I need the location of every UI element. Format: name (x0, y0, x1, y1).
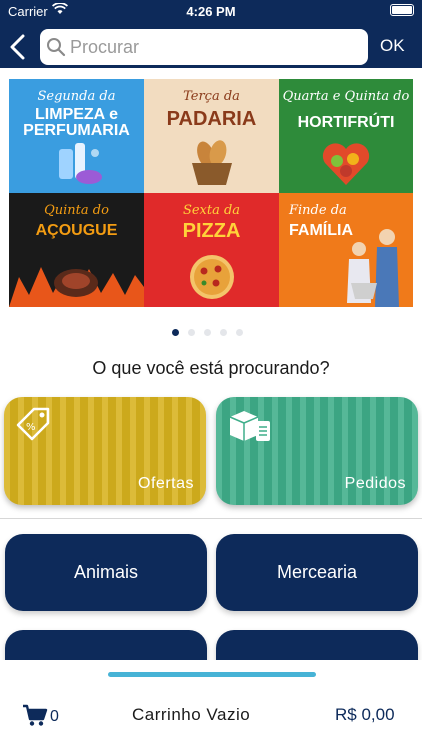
tile-title: PADARIA (166, 108, 257, 130)
tile-title: PIZZA (182, 220, 241, 242)
svg-text:%: % (26, 422, 36, 433)
banner-tile-hortifruti[interactable]: Quarta e Quinta do HORTIFRÚTI (279, 79, 413, 193)
banner-tile-acougue[interactable]: Quinta do AÇOUGUE (9, 193, 144, 307)
pagination-dot[interactable] (236, 329, 243, 336)
ofertas-card[interactable]: % Ofertas (4, 397, 206, 505)
pagination-dot[interactable] (220, 329, 227, 336)
banner-tile-padaria[interactable]: Terça da PADARIA (144, 79, 279, 193)
carousel-pagination (172, 329, 243, 339)
card-label: Pedidos (344, 475, 406, 492)
section-question: O que você está procurando? (92, 358, 330, 378)
cart-count: 0 (50, 708, 59, 725)
vegetables-icon (322, 143, 370, 185)
ok-button[interactable]: OK (380, 36, 405, 56)
promo-banner[interactable]: Segunda da LIMPEZA e PERFUMARIA Terça da… (9, 79, 413, 307)
price-tag-icon: % (14, 405, 54, 450)
tile-script: Segunda da (37, 89, 116, 104)
tile-title: AÇOUGUE (35, 222, 118, 239)
app-header: Carrier 4:26 PM OK (0, 0, 422, 68)
pagination-dot[interactable] (188, 329, 195, 336)
search-input[interactable] (70, 33, 360, 61)
family-photo-icon (347, 229, 399, 307)
tile-script: Finde da (289, 203, 347, 218)
category-mercearia-button[interactable]: Mercearia (216, 534, 418, 611)
grill-fire-icon (9, 267, 144, 307)
banner-tile-limpeza[interactable]: Segunda da LIMPEZA e PERFUMARIA (9, 79, 144, 193)
clock: 4:26 PM (186, 4, 236, 19)
section-divider (0, 518, 422, 519)
drag-handle[interactable] (108, 672, 316, 677)
cleaning-products-icon (59, 143, 102, 184)
tile-title: LIMPEZA e PERFUMARIA (23, 106, 130, 139)
bread-basket-icon (192, 140, 232, 185)
card-label: Ofertas (138, 475, 194, 492)
banner-tile-familia[interactable]: Finde da FAMÍLIA (279, 193, 413, 307)
order-boxes-icon (226, 405, 272, 450)
tile-script: Quarta e Quinta do (282, 89, 410, 104)
search-box[interactable] (40, 29, 368, 65)
tile-script: Quinta do (44, 203, 109, 218)
pizza-icon (190, 255, 234, 299)
tile-script: Sexta da (182, 203, 241, 218)
pedidos-card[interactable]: Pedidos (216, 397, 418, 505)
cart-total: R$ 0,00 (335, 705, 395, 724)
status-bar: Carrier 4:26 PM (0, 0, 422, 22)
pagination-dot[interactable] (204, 329, 211, 336)
battery-icon (390, 4, 414, 16)
cart-status: Carrinho Vazio (132, 705, 251, 724)
search-icon (46, 37, 66, 62)
pagination-dot[interactable] (172, 329, 179, 336)
tile-title: HORTIFRÚTI (297, 114, 395, 131)
tile-script: Terça da (183, 89, 240, 104)
chevron-left-icon (10, 34, 25, 60)
cart-bar[interactable]: 0 Carrinho Vazio R$ 0,00 (0, 660, 422, 750)
cart-icon (22, 703, 48, 732)
back-button[interactable] (8, 34, 30, 60)
category-animais-button[interactable]: Animais (5, 534, 207, 611)
banner-tile-pizza[interactable]: Sexta da PIZZA (144, 193, 279, 307)
